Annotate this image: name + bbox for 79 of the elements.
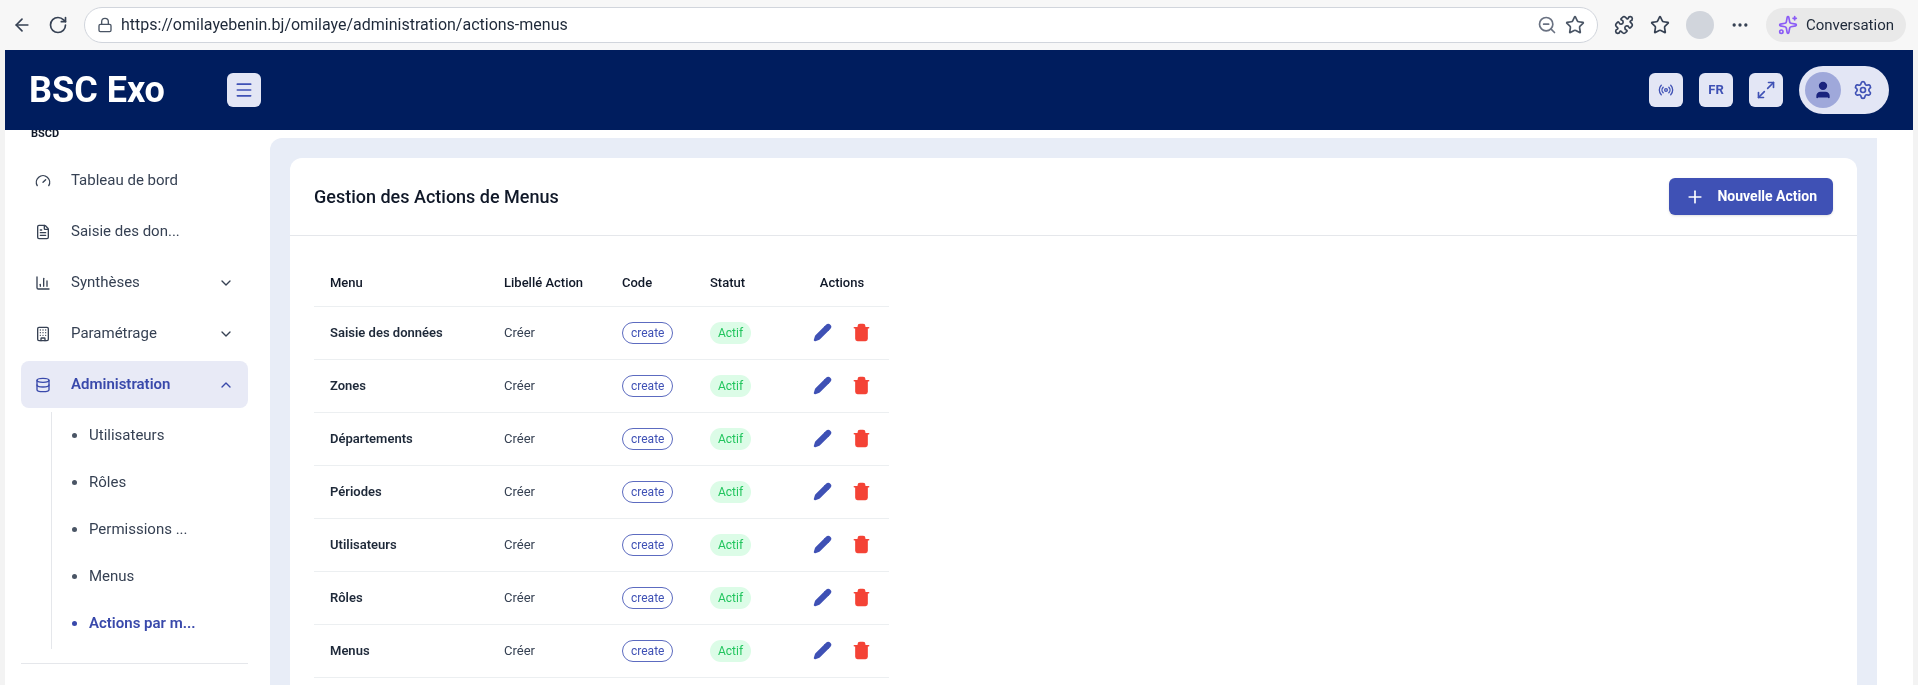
column-header: Statut	[710, 260, 795, 306]
submenu-item[interactable]: Permissions ...	[52, 506, 248, 553]
delete-button[interactable]	[852, 535, 871, 554]
status-badge: Actif	[710, 374, 752, 397]
table-cell: Créer	[504, 359, 622, 412]
user-menu[interactable]	[1799, 66, 1889, 114]
address-bar[interactable]: https://omilayebenin.bj/omilaye/administration/actions-menus	[84, 7, 1598, 43]
reload-icon[interactable]	[48, 15, 68, 35]
user-avatar	[1805, 72, 1841, 108]
edit-button[interactable]	[813, 588, 832, 607]
brand-title: BSC Exo	[29, 68, 166, 113]
document-icon	[35, 223, 51, 240]
menu-button[interactable]	[227, 73, 261, 107]
sidebar-item[interactable]: Synthèses	[21, 259, 248, 306]
column-header: Code	[622, 260, 710, 306]
gauge-icon	[35, 172, 51, 189]
table-cell: Menus	[314, 624, 504, 677]
table-cell: Utilisateurs	[314, 518, 504, 571]
expand-icon	[1756, 80, 1776, 100]
bar-chart-icon	[35, 274, 51, 291]
status-badge: Actif	[710, 586, 752, 609]
edit-button[interactable]	[813, 429, 832, 448]
building-icon	[35, 325, 51, 342]
status-badge: Actif	[710, 427, 752, 450]
delete-button[interactable]	[852, 641, 871, 660]
column-header: Menu	[314, 260, 504, 306]
table-cell: Créer	[504, 518, 622, 571]
delete-button[interactable]	[852, 376, 871, 395]
edit-button[interactable]	[813, 323, 832, 342]
table-cell: Créer	[504, 306, 622, 359]
status-badge: Actif	[710, 321, 752, 344]
column-header: Actions	[795, 260, 889, 306]
edit-button[interactable]	[813, 641, 832, 660]
table-cell: Rôles	[314, 571, 504, 624]
url-text: https://omilayebenin.bj/omilaye/administration/actions-menus	[121, 14, 569, 36]
submenu-item[interactable]: Menus	[52, 553, 248, 600]
database-icon	[35, 376, 51, 393]
lock-icon	[97, 17, 113, 33]
zoom-out-icon[interactable]	[1536, 15, 1557, 35]
table-cell: Créer	[504, 624, 622, 677]
status-badge: Actif	[710, 533, 752, 556]
puzzle-icon[interactable]	[1613, 15, 1634, 35]
status-badge: Actif	[710, 639, 752, 662]
submenu-item[interactable]: Actions par m...	[52, 600, 248, 647]
table-cell: Périodes	[314, 465, 504, 518]
edit-button[interactable]	[813, 376, 832, 395]
table-cell: Départements	[314, 412, 504, 465]
delete-button[interactable]	[852, 429, 871, 448]
table-cell: Créer	[504, 571, 622, 624]
star-icon[interactable]	[1564, 15, 1585, 35]
sidebar-item[interactable]: Administration	[21, 361, 248, 408]
table-cell: Zones	[314, 359, 504, 412]
table-cell: Créer	[504, 412, 622, 465]
delete-button[interactable]	[852, 482, 871, 501]
settings-icon[interactable]	[1853, 80, 1873, 100]
sparkle-icon	[1777, 15, 1798, 35]
fullscreen-button[interactable]	[1749, 73, 1783, 107]
broadcast-button[interactable]	[1649, 73, 1683, 107]
new-action-button[interactable]: Nouvelle Action	[1669, 178, 1833, 215]
sidebar-item[interactable]: Saisie des don...	[21, 208, 248, 255]
sidebar-caption: BSCD	[30, 130, 61, 139]
delete-button[interactable]	[852, 323, 871, 342]
table-cell: Créer	[504, 465, 622, 518]
delete-button[interactable]	[852, 588, 871, 607]
table-cell: Saisie des données	[314, 306, 504, 359]
status-badge: Actif	[710, 480, 752, 503]
favorites-icon[interactable]	[1649, 15, 1670, 35]
copilot-button[interactable]: Conversation	[1765, 8, 1906, 42]
edit-button[interactable]	[813, 482, 832, 501]
edit-button[interactable]	[813, 535, 832, 554]
sidebar-item[interactable]: Tableau de bord	[21, 157, 248, 204]
page-title: Gestion des Actions de Menus	[314, 185, 559, 209]
menu-icon	[234, 80, 254, 100]
sidebar-item[interactable]: Paramétrage	[21, 310, 248, 357]
broadcast-icon	[1658, 82, 1674, 98]
submenu-item[interactable]: Utilisateurs	[52, 412, 248, 459]
column-header: Libellé Action	[504, 260, 622, 306]
language-button[interactable]: FR	[1699, 73, 1733, 107]
submenu-item[interactable]: Rôles	[52, 459, 248, 506]
